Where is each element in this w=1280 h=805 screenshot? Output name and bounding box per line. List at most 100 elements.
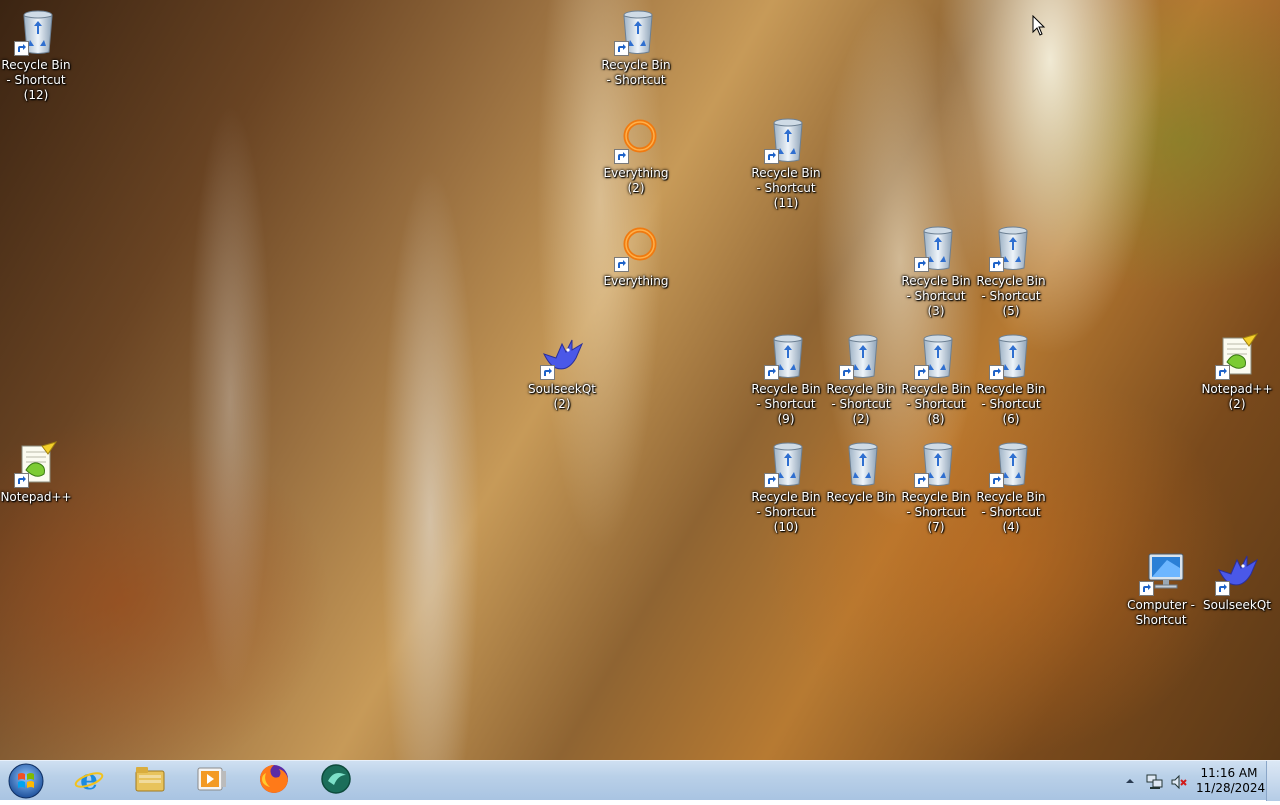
desktop-icon-recycle-bin-shortcut-6[interactable]: Recycle Bin - Shortcut (6) (973, 332, 1049, 427)
recycle-bin-icon (912, 332, 960, 380)
shortcut-arrow-icon (614, 41, 629, 56)
taskbar-internet-explorer[interactable]: e (60, 763, 118, 799)
shortcut-arrow-icon (764, 473, 779, 488)
clock-time: 11:16 AM (1200, 766, 1258, 780)
desktop-icon-label: Everything (603, 274, 669, 288)
everything-icon (612, 116, 660, 164)
shortcut-arrow-icon (540, 365, 555, 380)
shortcut-arrow-icon (764, 365, 779, 380)
volume-tray-button[interactable] (1170, 773, 1188, 791)
notepad-plus-plus-icon (12, 440, 60, 488)
desktop-icon-soulseekqt-2[interactable]: SoulseekQt (2) (524, 332, 600, 412)
svg-text:e: e (80, 764, 98, 794)
network-tray-button[interactable] (1146, 773, 1164, 791)
shortcut-arrow-icon (764, 149, 779, 164)
desktop-icon-recycle-bin-shortcut-8[interactable]: Recycle Bin - Shortcut (8) (898, 332, 974, 427)
taskbar-media-player[interactable] (183, 763, 241, 799)
taskbar-app[interactable] (307, 763, 365, 799)
desktop-icon-computer-shortcut[interactable]: Computer - Shortcut (1123, 548, 1199, 628)
recycle-bin-icon (762, 116, 810, 164)
desktop-icon-recycle-bin-shortcut-11[interactable]: Recycle Bin - Shortcut (11) (748, 116, 824, 211)
system-clock[interactable]: 11:16 AM 11/28/2024 (1196, 766, 1266, 796)
shortcut-arrow-icon (839, 365, 854, 380)
firefox-icon (258, 763, 290, 799)
shortcut-arrow-icon (1215, 581, 1230, 596)
shortcut-arrow-icon (989, 257, 1004, 272)
soulseek-icon (1213, 548, 1261, 596)
show-hidden-icons-button[interactable] (1124, 773, 1138, 789)
app-icon (320, 763, 352, 799)
shortcut-arrow-icon (14, 473, 29, 488)
desktop-icon-notepad-plus-plus-2[interactable]: Notepad++ (2) (1199, 332, 1275, 412)
desktop-icon-label: Recycle Bin - Shortcut (601, 58, 671, 87)
desktop-icon-label: SoulseekQt (1202, 598, 1271, 612)
taskbar-file-explorer[interactable] (121, 763, 179, 799)
shortcut-arrow-icon (1215, 365, 1230, 380)
shortcut-arrow-icon (14, 41, 29, 56)
volume-muted-icon (1171, 774, 1187, 790)
desktop-icon-label: Recycle Bin - Shortcut (8) (901, 382, 971, 426)
desktop-icon-everything-2[interactable]: Everything (2) (598, 116, 674, 196)
desktop-icon-label: Recycle Bin - Shortcut (6) (976, 382, 1046, 426)
desktop-icon-label: Recycle Bin - Shortcut (3) (901, 274, 971, 318)
desktop-icon-label: Recycle Bin - Shortcut (12) (1, 58, 71, 102)
recycle-bin-icon (762, 332, 810, 380)
shortcut-arrow-icon (614, 257, 629, 272)
shortcut-arrow-icon (614, 149, 629, 164)
everything-icon (612, 224, 660, 272)
desktop-icon-label: Computer - Shortcut (1127, 598, 1195, 627)
shortcut-arrow-icon (914, 473, 929, 488)
recycle-bin-icon (912, 224, 960, 272)
recycle-bin-icon (837, 440, 885, 488)
mouse-pointer-icon (1032, 14, 1046, 41)
media-player-icon (197, 765, 227, 797)
desktop-icon-recycle-bin-shortcut-4[interactable]: Recycle Bin - Shortcut (4) (973, 440, 1049, 535)
shortcut-arrow-icon (914, 365, 929, 380)
desktop-icon-recycle-bin-shortcut[interactable]: Recycle Bin - Shortcut (598, 8, 674, 88)
clock-date: 11/28/2024 (1196, 781, 1266, 795)
recycle-bin-icon (612, 8, 660, 56)
computer-icon (1137, 548, 1185, 596)
desktop-icon-label: Recycle Bin - Shortcut (11) (751, 166, 821, 210)
desktop-icon-recycle-bin-shortcut-2[interactable]: Recycle Bin - Shortcut (2) (823, 332, 899, 427)
shortcut-arrow-icon (989, 473, 1004, 488)
recycle-bin-icon (987, 440, 1035, 488)
desktop-icon-label: Everything (2) (603, 166, 669, 195)
desktop-icon-label: Recycle Bin (826, 490, 896, 504)
desktop-icon-label: Recycle Bin - Shortcut (10) (751, 490, 821, 534)
show-desktop-button[interactable] (1266, 761, 1280, 801)
taskbar: e 11:16 AM 11/28/2024 (0, 760, 1280, 801)
desktop-icon-soulseekqt[interactable]: SoulseekQt (1199, 548, 1275, 613)
internet-explorer-icon: e (74, 763, 104, 798)
desktop-icon-recycle-bin-shortcut-9[interactable]: Recycle Bin - Shortcut (9) (748, 332, 824, 427)
desktop-icon-recycle-bin-shortcut-10[interactable]: Recycle Bin - Shortcut (10) (748, 440, 824, 535)
shortcut-arrow-icon (1139, 581, 1154, 596)
desktop-icon-label: Recycle Bin - Shortcut (5) (976, 274, 1046, 318)
shortcut-arrow-icon (989, 365, 1004, 380)
shortcut-arrow-icon (914, 257, 929, 272)
recycle-bin-icon (987, 224, 1035, 272)
start-button[interactable] (6, 761, 46, 801)
desktop-icon-recycle-bin-shortcut-7[interactable]: Recycle Bin - Shortcut (7) (898, 440, 974, 535)
taskbar-firefox[interactable] (245, 763, 303, 799)
desktop-icon-label: Notepad++ (2) (1201, 382, 1273, 411)
recycle-bin-icon (12, 8, 60, 56)
desktop-icon-recycle-bin-shortcut-12[interactable]: Recycle Bin - Shortcut (12) (0, 8, 74, 103)
desktop-icon-recycle-bin-shortcut-5[interactable]: Recycle Bin - Shortcut (5) (973, 224, 1049, 319)
desktop-icon-everything[interactable]: Everything (598, 224, 674, 289)
desktop-icon-recycle-bin[interactable]: Recycle Bin (823, 440, 899, 505)
desktop[interactable]: Recycle Bin - Shortcut (12) Recycle Bin … (0, 0, 1280, 760)
network-icon (1146, 774, 1163, 789)
desktop-icon-recycle-bin-shortcut-3[interactable]: Recycle Bin - Shortcut (3) (898, 224, 974, 319)
desktop-icon-label: Recycle Bin - Shortcut (7) (901, 490, 971, 534)
file-explorer-icon (134, 765, 166, 797)
desktop-icon-label: Recycle Bin - Shortcut (4) (976, 490, 1046, 534)
recycle-bin-icon (987, 332, 1035, 380)
desktop-icon-label: Recycle Bin - Shortcut (2) (826, 382, 896, 426)
recycle-bin-icon (762, 440, 810, 488)
desktop-icon-notepad-plus-plus[interactable]: Notepad++ (0, 440, 74, 505)
desktop-icon-label: Notepad++ (0, 490, 72, 504)
soulseek-icon (538, 332, 586, 380)
notepad-plus-plus-icon (1213, 332, 1261, 380)
desktop-icon-label: Recycle Bin - Shortcut (9) (751, 382, 821, 426)
